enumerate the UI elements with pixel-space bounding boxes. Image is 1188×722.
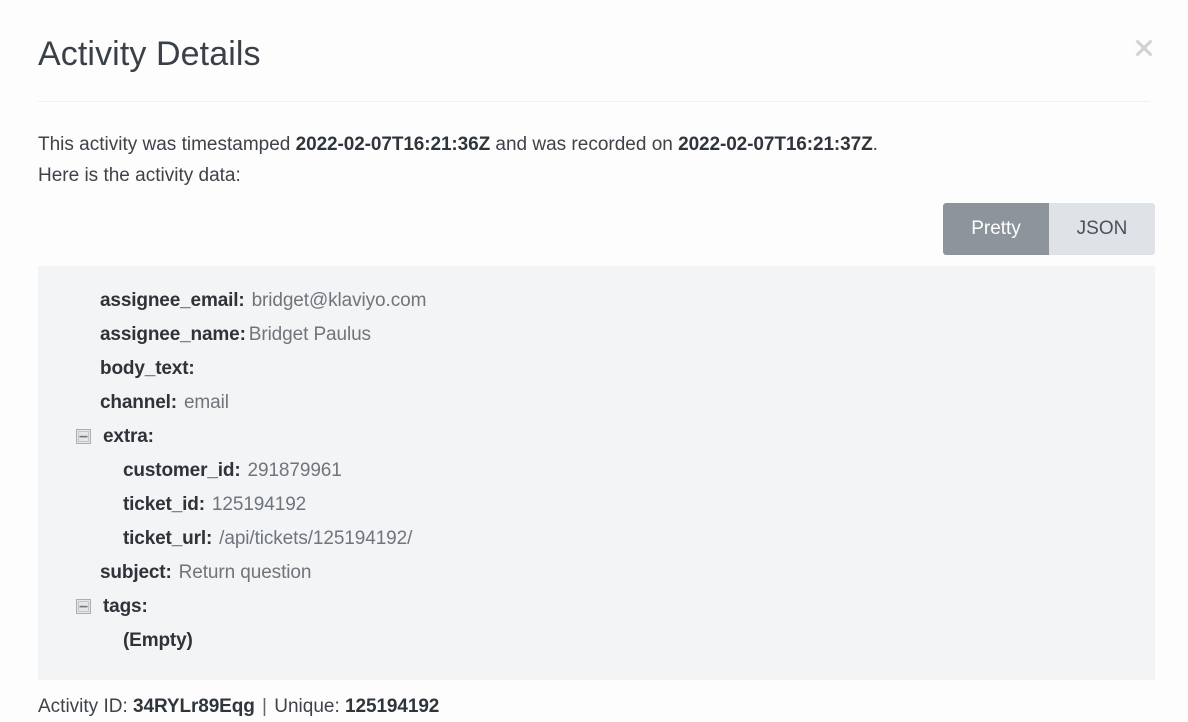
activity-details-modal: Activity Details This activity was times… xyxy=(0,0,1188,722)
kv-value: Bridget Paulus xyxy=(248,324,371,345)
unique-label: Unique: xyxy=(274,696,340,717)
kv-value: 125194192 xyxy=(211,494,307,515)
summary-prefix: This activity was timestamped xyxy=(38,134,296,155)
kv-key: extra: xyxy=(103,426,154,447)
unique-value: 125194192 xyxy=(345,696,440,717)
kv-key: tags: xyxy=(103,596,148,617)
kv-value: 291879961 xyxy=(247,460,342,481)
close-icon xyxy=(1131,35,1157,61)
activity-data-panel[interactable]: assignee_email: bridget@klaviyo.com assi… xyxy=(38,266,1155,680)
modal-header: Activity Details xyxy=(0,0,1188,74)
kv-key: assignee_email: xyxy=(100,290,245,311)
collapse-icon[interactable] xyxy=(76,599,91,614)
page-title: Activity Details xyxy=(38,35,261,73)
kv-value: email xyxy=(183,392,229,413)
kv-value: bridget@klaviyo.com xyxy=(251,290,427,311)
empty-value: (Empty) xyxy=(123,630,193,651)
kv-value: Return question xyxy=(178,562,312,583)
tab-json[interactable]: JSON xyxy=(1049,203,1155,255)
tab-pretty[interactable]: Pretty xyxy=(943,203,1049,255)
kv-key: body_text: xyxy=(100,358,195,379)
kv-value: /api/tickets/125194192/ xyxy=(219,528,413,549)
summary-middle: and was recorded on xyxy=(490,134,679,155)
activity-id-footer: Activity ID: 34RYLr89Eqg | Unique: 12519… xyxy=(0,680,1188,720)
kv-key: ticket_url: xyxy=(123,528,213,549)
list-item-tags: tags: xyxy=(58,590,1135,624)
list-item: assignee_email: bridget@klaviyo.com xyxy=(58,284,1135,318)
kv-key: assignee_name: xyxy=(100,324,246,345)
timestamped-value: 2022-02-07T16:21:36Z xyxy=(295,134,491,155)
list-item: assignee_name: Bridget Paulus xyxy=(58,318,1135,352)
activity-summary-text: This activity was timestamped 2022-02-07… xyxy=(0,102,1188,191)
list-item: body_text: xyxy=(58,352,1135,386)
view-toggle-group: Pretty JSON xyxy=(943,203,1155,255)
view-toggle-row: Pretty JSON xyxy=(0,191,1188,255)
activity-id-value: 34RYLr89Eqg xyxy=(133,696,255,717)
close-button[interactable] xyxy=(1126,30,1162,66)
key-value-list: assignee_email: bridget@klaviyo.com assi… xyxy=(58,284,1135,658)
kv-key: subject: xyxy=(100,562,172,583)
list-item-extra: extra: xyxy=(58,420,1135,454)
recorded-value: 2022-02-07T16:21:37Z xyxy=(678,134,873,155)
list-item: ticket_url: /api/tickets/125194192/ xyxy=(58,522,1135,556)
list-item: customer_id: 291879961 xyxy=(58,454,1135,488)
collapse-icon[interactable] xyxy=(76,429,91,444)
summary-second-line: Here is the activity data: xyxy=(38,165,241,186)
kv-key: customer_id: xyxy=(123,460,241,481)
activity-id-label: Activity ID: xyxy=(38,696,128,717)
list-item: ticket_id: 125194192 xyxy=(58,488,1135,522)
summary-period: . xyxy=(872,134,878,155)
list-item-empty: (Empty) xyxy=(58,624,1135,658)
list-item: subject: Return question xyxy=(58,556,1135,590)
list-item: channel: email xyxy=(58,386,1135,420)
kv-key: ticket_id: xyxy=(123,494,205,515)
kv-key: channel: xyxy=(100,392,177,413)
footer-separator: | xyxy=(262,696,267,717)
